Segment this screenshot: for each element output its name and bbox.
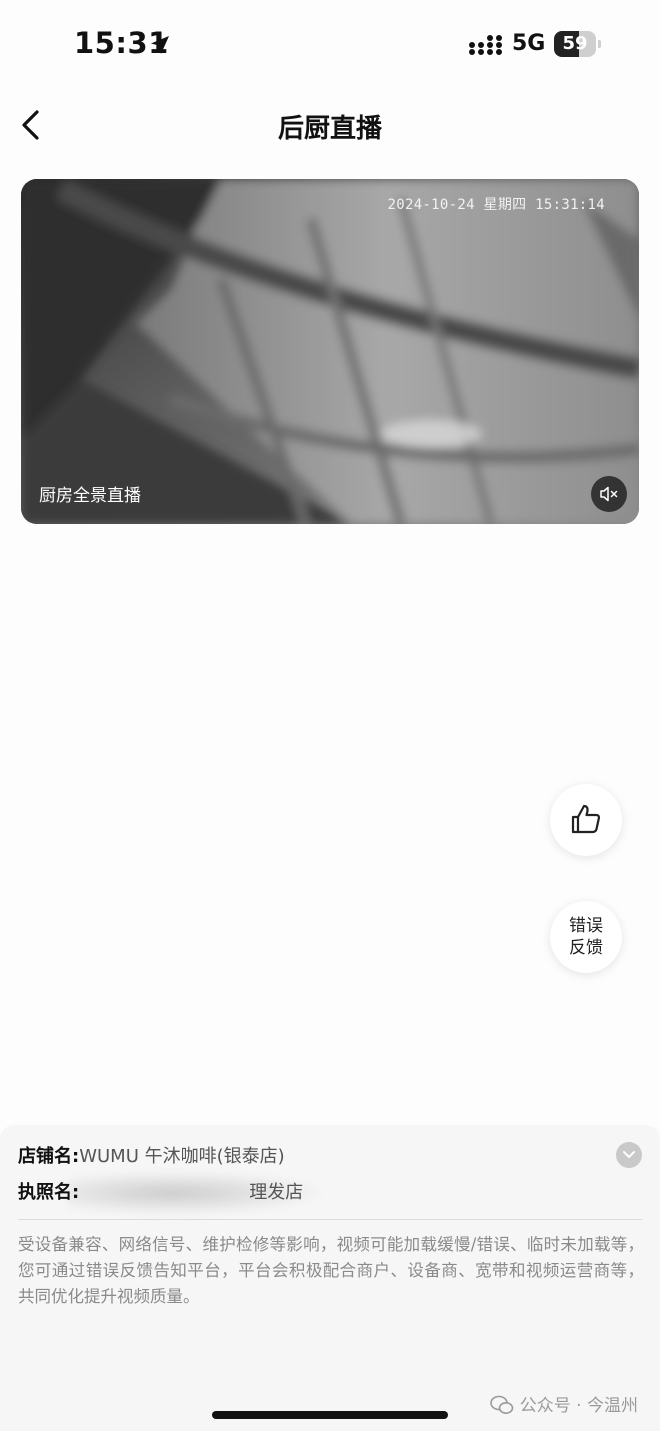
collapse-toggle-button[interactable] — [616, 1142, 642, 1168]
video-timestamp: 2024-10-24 星期四 15:31:14 — [387, 197, 605, 213]
error-feedback-button[interactable]: 错误 反馈 — [550, 901, 622, 973]
mute-toggle-button[interactable] — [591, 476, 627, 512]
store-name-row: 店铺名:WUMU 午沐咖啡(银泰店) — [18, 1142, 285, 1168]
divider — [18, 1219, 642, 1220]
home-indicator — [212, 1411, 448, 1419]
video-player[interactable]: 2024-10-24 星期四 15:31:14 厨房全景直播 — [21, 179, 639, 524]
video-caption: 厨房全景直播 — [39, 486, 141, 506]
location-arrow-icon — [151, 36, 169, 54]
feedback-label-line2: 反馈 — [569, 938, 603, 958]
license-name-row: 执照名: 理发店 — [18, 1178, 303, 1204]
battery-level-text: 59 — [562, 33, 588, 54]
feedback-label: 错误 反馈 — [550, 915, 622, 959]
chevron-down-icon — [623, 1151, 635, 1158]
wechat-icon — [489, 1395, 514, 1414]
battery-icon: 59 — [554, 31, 601, 57]
live-kitchen-page: 15:31 5G 59 后厨直播 2024-10-24 星期四 15:31:14… — [0, 0, 660, 1431]
speaker-muted-icon — [600, 486, 618, 502]
feedback-label-line1: 错误 — [569, 916, 603, 936]
cellular-signal-icon — [469, 35, 502, 55]
like-button[interactable] — [550, 784, 622, 856]
video-disclaimer: 受设备兼容、网络信号、维护检修等影响，视频可能加载缓慢/错误、临时未加载等，您可… — [18, 1235, 644, 1306]
watermark-text: 公众号 · 今温州 — [519, 1396, 638, 1416]
license-name-value: 理发店 — [249, 1182, 304, 1203]
live-video-feed — [21, 179, 639, 524]
store-name-key: 店铺名: — [18, 1146, 80, 1167]
wechat-watermark: 公众号 · 今温州 — [489, 1391, 638, 1416]
nav-bar: 后厨直播 — [0, 90, 660, 162]
page-title: 后厨直播 — [277, 114, 382, 144]
license-name-key: 执照名: — [18, 1182, 80, 1203]
network-type-label: 5G — [512, 31, 546, 56]
store-info-panel: 店铺名:WUMU 午沐咖啡(银泰店) 执照名: 理发店 受设备兼容、网络信号、维护… — [0, 1125, 660, 1431]
status-bar: 15:31 5G 59 — [0, 0, 660, 90]
thumbs-up-icon — [571, 804, 601, 834]
store-name-value: WUMU 午沐咖啡(银泰店) — [79, 1146, 285, 1167]
